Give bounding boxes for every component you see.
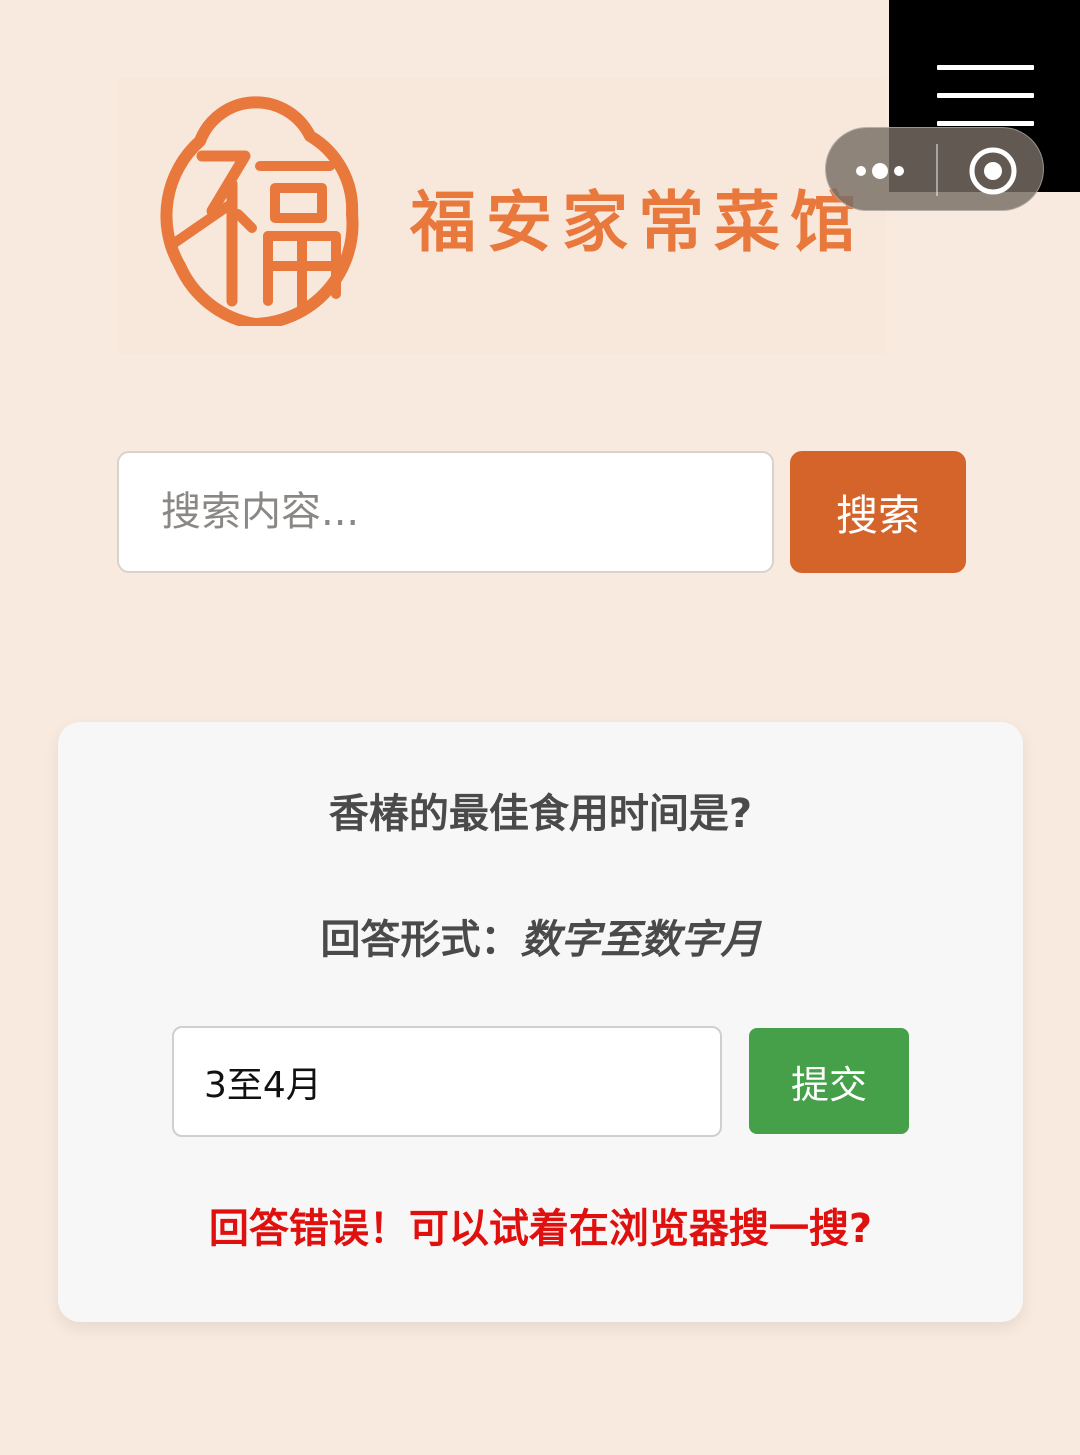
close-button[interactable] (938, 128, 1045, 212)
close-target-icon (969, 147, 1017, 195)
answer-format-label: 回答形式： (320, 917, 521, 963)
submit-button[interactable]: 提交 (749, 1028, 909, 1134)
fu-seal-logo (160, 96, 359, 326)
brand-name: 福安家常菜馆 (410, 184, 866, 261)
answer-input[interactable] (172, 1026, 722, 1137)
quiz-question: 香椿的最佳食用时间是? (328, 791, 753, 837)
more-dots-icon (856, 163, 904, 179)
search-input[interactable] (117, 451, 774, 573)
logo-banner: 福安家常菜馆 (118, 78, 886, 354)
hamburger-icon[interactable] (937, 65, 1034, 127)
more-button[interactable] (826, 128, 934, 212)
quiz-card: 香椿的最佳食用时间是? 回答形式：数字至数字月 提交 回答错误！可以试着在浏览器… (58, 722, 1023, 1322)
feedback-message: 回答错误！可以试着在浏览器搜一搜? (208, 1206, 873, 1252)
miniprogram-capsule (825, 127, 1044, 211)
answer-format: 回答形式：数字至数字月 (58, 920, 1023, 960)
search-button[interactable]: 搜索 (790, 451, 966, 573)
answer-format-value: 数字至数字月 (520, 917, 761, 963)
